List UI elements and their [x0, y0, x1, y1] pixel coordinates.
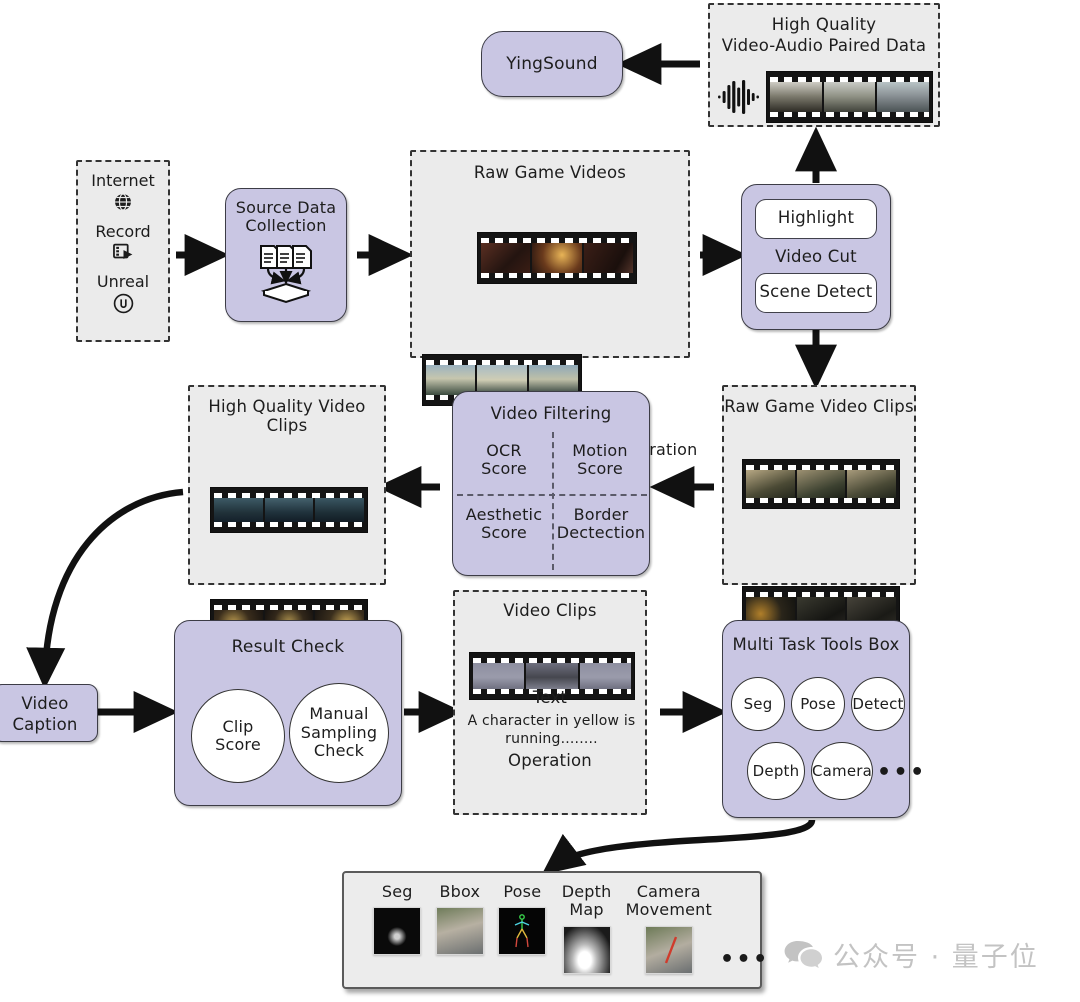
hq-clip-filmstrip-1 — [210, 487, 368, 533]
output-column-bbox: Bbox — [435, 882, 486, 974]
output-column-label: Depth Map — [561, 882, 612, 920]
tool-seg-circle[interactable]: Seg — [731, 677, 785, 731]
result-check-box[interactable]: Result Check Clip Score Manual Sampling C… — [174, 620, 402, 806]
output-column-depth-map: Depth Map — [560, 882, 614, 974]
video-clips-panel: Video Clips Text A character in yellow i… — [453, 590, 647, 815]
raw-game-videos-panel: Raw Game Videos Operation — [410, 150, 697, 459]
diagram-canvas: Internet Record Unreal Source Data Colle… — [0, 0, 1080, 1002]
arrow-hqclips-to-caption — [26, 488, 184, 690]
outputs-panel: Seg Bbox Pose Depth Map Camera Movement … — [342, 871, 767, 989]
filter-cell-border-dectection[interactable]: Border Dectection — [553, 505, 649, 543]
tool-more-dots[interactable]: ••• — [877, 762, 927, 784]
video-caption-box[interactable]: Video Caption — [0, 684, 98, 742]
depth-map-thumb — [562, 925, 611, 974]
high-quality-video-clips-panel: High Quality Video Clips — [188, 385, 386, 645]
arrow-tools-to-outputs — [541, 818, 816, 875]
output-column-seg: Seg — [372, 882, 423, 974]
source-data-collection-box[interactable]: Source Data Collection — [225, 188, 347, 322]
raw-game-video-clips-title: Raw Game Video Clips — [724, 397, 914, 416]
globe-icon — [78, 192, 168, 212]
source-item-label: Internet — [91, 171, 155, 190]
screen-record-icon — [78, 243, 168, 262]
video-clips-text-heading: Text — [532, 688, 568, 707]
tool-camera-circle[interactable]: Camera — [811, 742, 873, 800]
video-filtering-box[interactable]: Video Filtering OCR Score Motion Score Aes… — [452, 391, 650, 576]
source-item-record[interactable]: Record — [78, 222, 168, 262]
filter-cell-aesthetic-score[interactable]: Aesthetic Score — [455, 505, 553, 543]
filter-cell-motion-score[interactable]: Motion Score — [553, 441, 647, 479]
video-clips-operation-label: Operation — [508, 751, 592, 770]
output-column-label: Camera Movement — [625, 882, 712, 920]
scene-detect-button[interactable]: Scene Detect — [755, 273, 877, 313]
filter-divider-horizontal — [457, 494, 647, 496]
documents-to-tray-icon — [226, 244, 346, 303]
source-data-panel: Internet Record Unreal — [76, 160, 170, 342]
filter-cell-ocr-score[interactable]: OCR Score — [457, 441, 551, 479]
waveform-icon — [718, 79, 760, 115]
output-column-label: Seg — [381, 882, 413, 901]
output-column-camera-movement: Camera Movement — [625, 882, 712, 974]
paired-data-title: High Quality Video-Audio Paired Data — [721, 15, 927, 56]
tool-depth-circle[interactable]: Depth — [747, 742, 805, 800]
yingsound-box[interactable]: YingSound — [481, 31, 623, 97]
raw-video-filmstrip-1 — [477, 232, 637, 284]
unreal-engine-icon — [78, 293, 168, 314]
source-item-internet[interactable]: Internet — [78, 171, 168, 212]
watermark-text: 公众号 · 量子位 — [833, 942, 1039, 973]
output-column-label: Pose — [503, 882, 542, 901]
result-check-title: Result Check — [231, 637, 345, 657]
source-item-label: Unreal — [96, 272, 150, 291]
source-item-label: Record — [95, 222, 151, 241]
source-item-unreal[interactable]: Unreal — [78, 272, 168, 314]
output-column-label: Bbox — [439, 882, 481, 901]
multi-task-tools-box[interactable]: Multi Task Tools Box Seg Pose Detect Dep… — [722, 620, 924, 818]
high-quality-video-clips-title: High Quality Video Clips — [208, 397, 366, 435]
watermark: 公众号 · 量子位 — [783, 935, 1039, 974]
video-filtering-title: Video Filtering — [490, 404, 612, 423]
outputs-more-dots[interactable]: ••• — [720, 949, 770, 971]
paired-data-filmstrip — [766, 71, 933, 123]
manual-sampling-check-circle[interactable]: Manual Sampling Check — [289, 683, 389, 783]
output-column-pose: Pose — [497, 882, 548, 974]
tool-detect-circle[interactable]: Detect — [851, 677, 905, 731]
tool-pose-circle[interactable]: Pose — [791, 677, 845, 731]
video-clips-title: Video Clips — [503, 601, 597, 620]
paired-data-panel: High Quality Video-Audio Paired Data — [708, 3, 940, 127]
video-clips-text-body: A character in yellow is running........ — [467, 713, 636, 747]
raw-game-video-clips-panel: Raw Game Video Clips — [722, 385, 916, 636]
video-cut-title: Video Cut — [775, 247, 857, 266]
camera-movement-thumb — [644, 925, 693, 974]
segmentation-thumb — [373, 907, 422, 956]
filter-divider-vertical — [552, 432, 554, 570]
bbox-thumb — [435, 907, 484, 956]
multi-task-tools-title: Multi Task Tools Box — [732, 635, 900, 654]
wechat-icon — [783, 939, 823, 971]
source-data-collection-label: Source Data Collection — [235, 198, 337, 236]
highlight-button[interactable]: Highlight — [755, 199, 877, 239]
raw-game-videos-title: Raw Game Videos — [473, 163, 627, 182]
pose-thumb — [498, 907, 547, 956]
clip-score-circle[interactable]: Clip Score — [191, 689, 285, 783]
raw-clip-filmstrip-1 — [742, 459, 900, 509]
video-cut-box[interactable]: Highlight Video Cut Scene Detect — [741, 184, 891, 330]
